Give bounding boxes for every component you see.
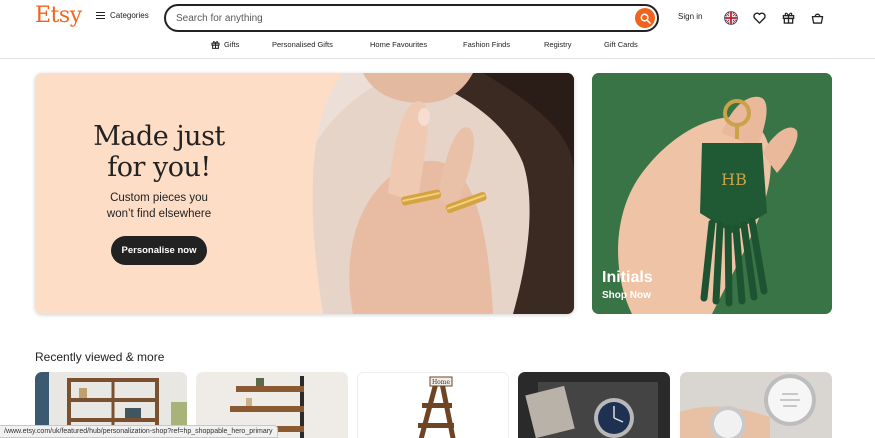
nav-item-label: Home Favourites (370, 40, 428, 49)
hero-subtitle-line: won’t find elsewhere (106, 208, 212, 220)
nav-item-label: Personalised Gifts (272, 40, 333, 49)
search-icon (640, 13, 651, 24)
hero-title: Made just for you! (35, 121, 283, 183)
heart-icon[interactable] (752, 10, 767, 25)
nav-item-label: Gifts (224, 40, 240, 49)
categories-label: Categories (110, 11, 149, 20)
hero-subtitle: Custom pieces you won’t find elsewhere (35, 190, 283, 222)
category-nav: Gifts Personalised Gifts Home Favourites… (0, 35, 875, 59)
gift-icon (211, 41, 220, 49)
shop-now-link[interactable]: Shop Now (602, 290, 651, 301)
etsy-logo[interactable]: Etsy (35, 3, 82, 28)
ladder-sign-text: Home (432, 379, 451, 386)
nav-item-gift-cards[interactable]: Gift Cards (604, 40, 638, 49)
recently-viewed-item-silver-watch[interactable] (680, 372, 832, 438)
browser-status-url: /www.etsy.com/uk/featured/hub/personaliz… (0, 425, 278, 438)
categories-button[interactable]: Categories (96, 11, 149, 20)
nav-item-label: Fashion Finds (463, 40, 511, 49)
gift-icon[interactable] (781, 10, 796, 25)
nav-item-registry[interactable]: Registry (544, 40, 572, 49)
site-header: Etsy Categories Sign in (0, 0, 875, 35)
monogram-text: HB (721, 170, 747, 189)
hero-title-line: for you! (107, 152, 211, 183)
search-button[interactable] (635, 8, 655, 28)
uk-flag-icon[interactable] (723, 10, 738, 25)
initials-card[interactable]: HB Initials Shop Now (592, 73, 832, 314)
hero-banner[interactable]: Made just for you! Custom pieces you won… (35, 73, 574, 314)
search-bar (164, 4, 659, 32)
nav-item-label: Gift Cards (604, 40, 638, 49)
personalise-now-button[interactable]: Personalise now (111, 236, 207, 265)
recently-viewed-item-ladder-shelf[interactable]: Home (357, 372, 509, 438)
nav-item-label: Registry (544, 40, 572, 49)
initials-card-title: Initials (602, 269, 653, 286)
nav-item-fashion-finds[interactable]: Fashion Finds (463, 40, 510, 49)
search-input[interactable] (176, 10, 616, 26)
hero-title-line: Made just (93, 121, 225, 152)
nav-item-gifts[interactable]: Gifts (211, 40, 239, 49)
hero-subtitle-line: Custom pieces you (110, 192, 208, 204)
basket-icon[interactable] (810, 10, 825, 25)
hamburger-icon (96, 11, 105, 20)
nav-item-personalised-gifts[interactable]: Personalised Gifts (272, 40, 333, 49)
recently-viewed-title: Recently viewed & more (35, 350, 165, 364)
nav-item-home-favourites[interactable]: Home Favourites (370, 40, 427, 49)
sign-in-link[interactable]: Sign in (678, 12, 702, 21)
hero-image-hand-with-rings (283, 73, 574, 314)
recently-viewed-item-watch-box[interactable] (518, 372, 670, 438)
